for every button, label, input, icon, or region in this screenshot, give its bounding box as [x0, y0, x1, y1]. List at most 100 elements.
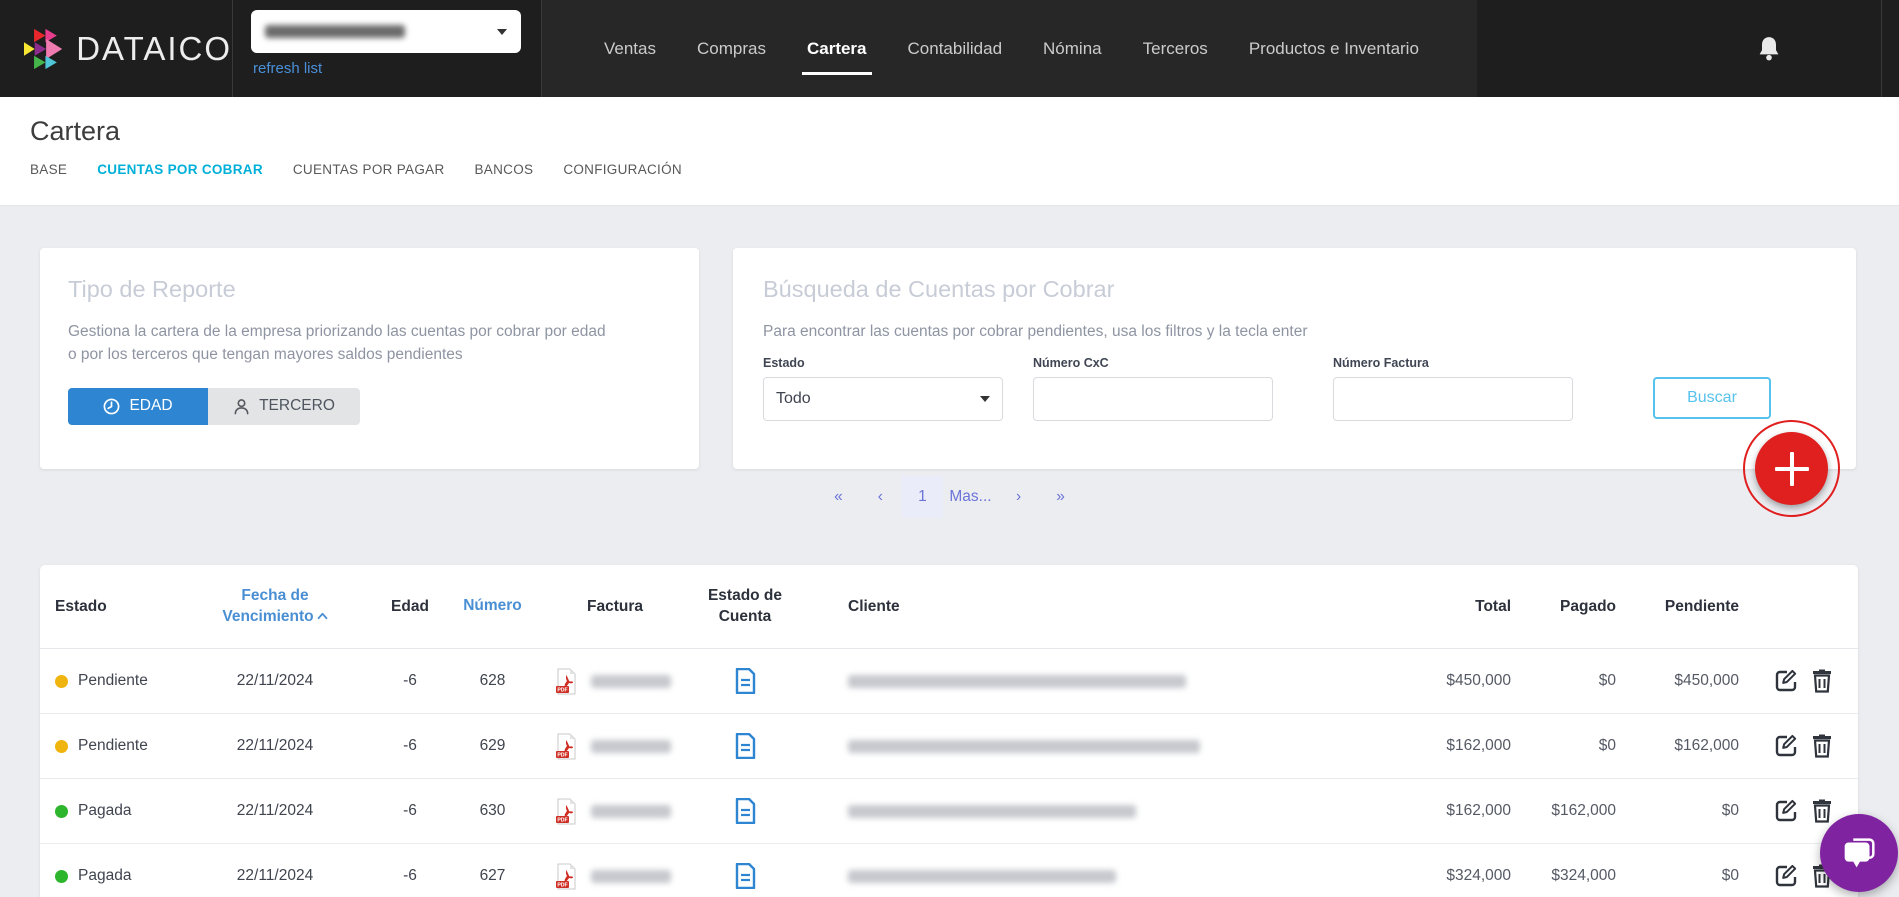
- invoice-cell: PDF: [540, 733, 690, 760]
- pagination-prev[interactable]: ‹: [859, 476, 901, 518]
- pending-cell: $450,000: [1625, 672, 1748, 690]
- estado-select-value: Todo: [776, 390, 811, 408]
- nav-item-compras[interactable]: Compras: [697, 0, 766, 97]
- top-navbar: DATAICO refresh list Ventas Compras Cart…: [0, 0, 1899, 97]
- nav-item-productos-inventario[interactable]: Productos e Inventario: [1249, 0, 1419, 97]
- search-card-title: Búsqueda de Cuentas por Cobrar: [763, 276, 1826, 303]
- numero-factura-input[interactable]: [1333, 377, 1573, 421]
- pagination-next[interactable]: ›: [998, 476, 1040, 518]
- nav-item-nomina[interactable]: Nómina: [1043, 0, 1102, 97]
- buscar-button[interactable]: Buscar: [1653, 377, 1771, 419]
- header-numero[interactable]: Número: [445, 596, 540, 617]
- document-icon[interactable]: [735, 863, 756, 889]
- header-estado-de-cuenta: Estado de Cuenta: [690, 586, 800, 628]
- page-header: Cartera BASE CUENTAS POR COBRAR CUENTAS …: [0, 97, 1899, 206]
- paid-cell: $0: [1520, 737, 1625, 755]
- navbar-spacer: [1477, 0, 1756, 97]
- due-date-cell: 22/11/2024: [175, 672, 375, 690]
- chat-widget-button[interactable]: [1820, 814, 1898, 892]
- edit-icon[interactable]: [1774, 864, 1798, 888]
- tab-cuentas-por-cobrar[interactable]: CUENTAS POR COBRAR: [97, 162, 263, 177]
- trash-icon[interactable]: [1811, 734, 1833, 758]
- pagination-first[interactable]: «: [817, 476, 859, 518]
- hamburger-menu-icon[interactable]: [1828, 39, 1855, 59]
- content-area: Tipo de Reporte Gestiona la cartera de l…: [0, 206, 1899, 896]
- brand-logo[interactable]: DATAICO: [0, 0, 232, 97]
- estado-select[interactable]: Todo: [763, 377, 1003, 421]
- numero-cxc-label: Número CxC: [1033, 356, 1273, 370]
- tercero-button[interactable]: TERCERO: [208, 388, 360, 425]
- edit-icon[interactable]: [1774, 734, 1798, 758]
- pdf-icon[interactable]: PDF: [555, 668, 578, 695]
- nav-item-cartera[interactable]: Cartera: [807, 0, 867, 97]
- status-label: Pendiente: [78, 672, 148, 690]
- invoice-number-redacted: [591, 740, 671, 753]
- bell-icon[interactable]: [1756, 35, 1782, 63]
- document-icon[interactable]: [735, 668, 756, 694]
- nav-item-terceros[interactable]: Terceros: [1143, 0, 1208, 97]
- account-statement-cell: [690, 733, 800, 759]
- client-name-redacted: [848, 870, 1116, 883]
- status-dot: [55, 870, 68, 883]
- document-icon[interactable]: [735, 798, 756, 824]
- search-card: Búsqueda de Cuentas por Cobrar Para enco…: [733, 248, 1856, 469]
- tab-configuracion[interactable]: CONFIGURACIÓN: [563, 162, 682, 177]
- header-cliente: Cliente: [800, 598, 1340, 616]
- chevron-down-icon: [497, 29, 507, 35]
- company-select[interactable]: [251, 10, 521, 53]
- client-name-redacted: [848, 740, 1200, 753]
- pending-cell: $162,000: [1625, 737, 1748, 755]
- edit-icon[interactable]: [1774, 799, 1798, 823]
- header-factura: Factura: [540, 598, 690, 616]
- refresh-list-link[interactable]: refresh list: [253, 60, 322, 77]
- header-fecha-vencimiento[interactable]: Fecha de Vencimiento: [175, 586, 375, 628]
- header-fecha-line2-wrap: Vencimiento: [175, 607, 375, 628]
- chevron-down-icon: [980, 396, 990, 402]
- status-dot: [55, 740, 68, 753]
- status-label: Pendiente: [78, 737, 148, 755]
- pdf-icon[interactable]: PDF: [555, 863, 578, 890]
- nav-item-contabilidad[interactable]: Contabilidad: [908, 0, 1003, 97]
- brand-name: DATAICO: [76, 30, 232, 68]
- pdf-icon[interactable]: PDF: [555, 733, 578, 760]
- pagination-more[interactable]: Mas...: [943, 476, 997, 518]
- client-cell: [800, 805, 1340, 818]
- search-filters: Estado Todo Número CxC Número Factura Bu…: [763, 356, 1826, 421]
- edit-icon[interactable]: [1774, 669, 1798, 693]
- paid-cell: $324,000: [1520, 867, 1625, 885]
- tab-cuentas-por-pagar[interactable]: CUENTAS POR PAGAR: [293, 162, 445, 177]
- trash-icon[interactable]: [1811, 799, 1833, 823]
- tab-base[interactable]: BASE: [30, 162, 67, 177]
- invoice-number-redacted: [591, 870, 671, 883]
- due-date-cell: 22/11/2024: [175, 802, 375, 820]
- total-cell: $324,000: [1340, 867, 1520, 885]
- page-title: Cartera: [30, 116, 1899, 147]
- tab-bancos[interactable]: BANCOS: [475, 162, 534, 177]
- estado-filter-label: Estado: [763, 356, 1003, 370]
- report-card-description: Gestiona la cartera de la empresa priori…: [68, 320, 613, 367]
- nav-item-ventas[interactable]: Ventas: [604, 0, 656, 97]
- age-cell: -6: [375, 737, 445, 755]
- status-label: Pagada: [78, 802, 131, 820]
- add-button[interactable]: [1743, 420, 1840, 517]
- due-date-cell: 22/11/2024: [175, 737, 375, 755]
- table-row: Pagada 22/11/2024 -6 630 PDF $162,000 $1…: [40, 779, 1858, 844]
- chat-bubble-icon: [1838, 832, 1880, 874]
- navbar-tail: [1882, 0, 1899, 97]
- header-cuenta-line1: Estado de: [690, 586, 800, 607]
- edad-button[interactable]: EDAD: [68, 388, 208, 425]
- table-header-row: Estado Fecha de Vencimiento Edad Número …: [40, 565, 1858, 649]
- dataico-logo-icon: [24, 18, 64, 80]
- header-total: Total: [1340, 598, 1520, 616]
- pagination-last[interactable]: »: [1040, 476, 1082, 518]
- pdf-icon[interactable]: PDF: [555, 798, 578, 825]
- document-icon[interactable]: [735, 733, 756, 759]
- pagination-page-1[interactable]: 1: [901, 476, 943, 518]
- numero-factura-filter-group: Número Factura: [1333, 356, 1573, 421]
- numero-cxc-input[interactable]: [1033, 377, 1273, 421]
- tercero-button-label: TERCERO: [259, 397, 335, 415]
- header-cuenta-line2: Cuenta: [690, 607, 800, 628]
- trash-icon[interactable]: [1811, 669, 1833, 693]
- search-card-description: Para encontrar las cuentas por cobrar pe…: [763, 320, 1826, 343]
- person-icon: [233, 398, 250, 415]
